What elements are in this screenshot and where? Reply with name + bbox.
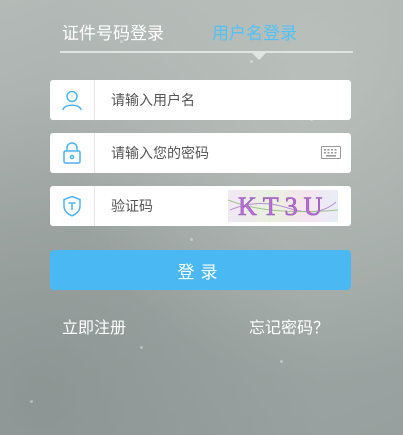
login-panel: 证件号码登录 用户名登录 请输入用户名 验证码 KT3U 登录 立即注册 忘记密… bbox=[0, 0, 403, 435]
register-link[interactable]: 立即注册 bbox=[62, 314, 126, 338]
background-dot bbox=[190, 238, 193, 241]
background-dot bbox=[30, 400, 33, 403]
active-tab-indicator bbox=[252, 53, 266, 60]
username-input[interactable] bbox=[109, 80, 351, 120]
password-field bbox=[50, 133, 351, 173]
tab-username-login[interactable]: 用户名登录 bbox=[212, 22, 297, 46]
shield-icon bbox=[50, 186, 95, 226]
username-field bbox=[50, 80, 351, 120]
background-dot bbox=[250, 60, 253, 63]
background-dot bbox=[140, 346, 143, 349]
captcha-field: KT3U bbox=[50, 186, 351, 226]
forgot-password-link[interactable]: 忘记密码？ bbox=[249, 314, 329, 338]
tabs-divider bbox=[60, 51, 353, 53]
password-input[interactable] bbox=[109, 133, 351, 173]
lock-icon bbox=[50, 133, 95, 173]
background-dot bbox=[280, 360, 283, 363]
user-icon bbox=[50, 80, 95, 120]
login-button[interactable]: 登录 bbox=[50, 250, 351, 290]
keyboard-icon[interactable] bbox=[321, 146, 341, 159]
captcha-image[interactable]: KT3U bbox=[227, 190, 339, 222]
tab-id-number-login[interactable]: 证件号码登录 bbox=[62, 22, 164, 46]
captcha-text: KT3U bbox=[238, 192, 328, 221]
login-tabs: 证件号码登录 用户名登录 bbox=[60, 18, 353, 60]
